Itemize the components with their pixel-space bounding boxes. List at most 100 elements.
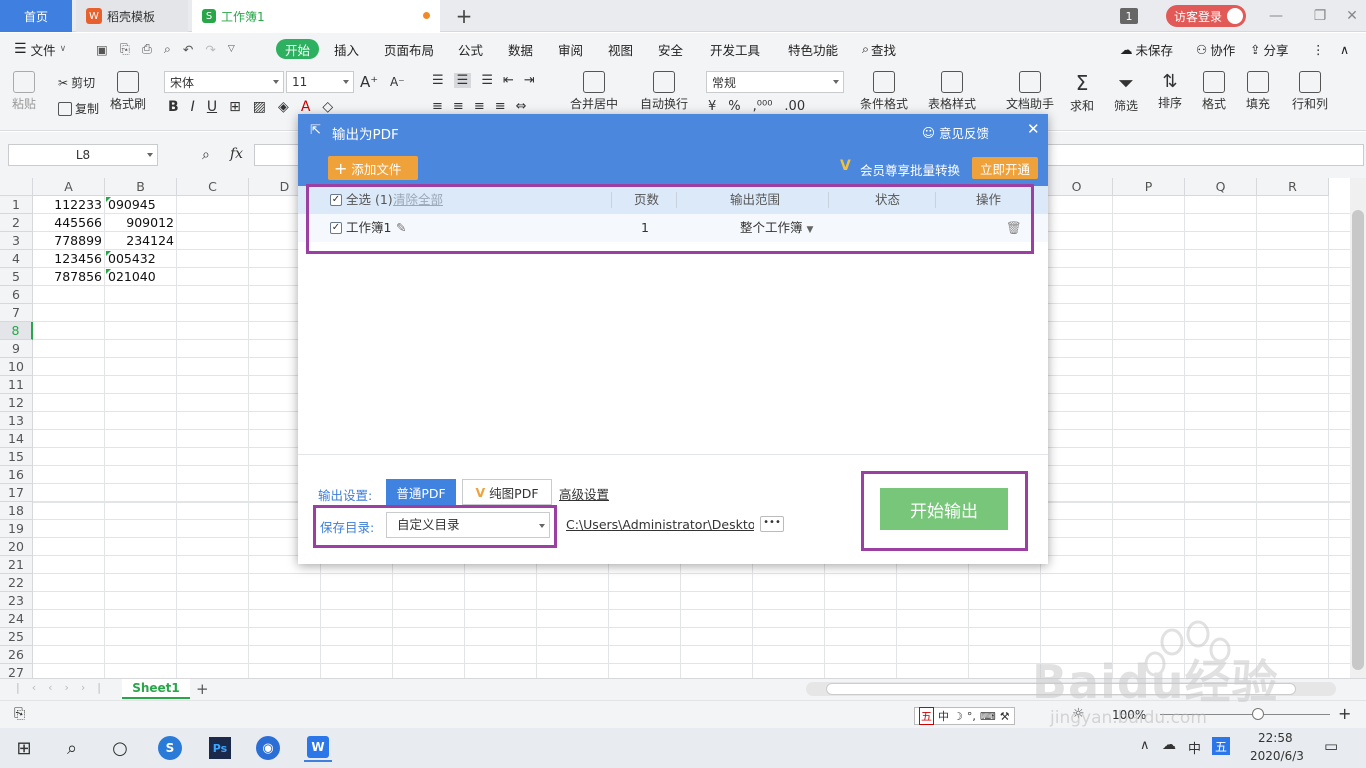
doc-helper-button[interactable]: 文档助手 [1006, 71, 1054, 112]
row-header[interactable]: 15 [0, 448, 33, 466]
menu-file[interactable]: ☰ 文件 ∨ [14, 33, 66, 65]
number-format-select[interactable]: 常规 [706, 71, 844, 93]
tab-features[interactable]: 特色功能 [788, 33, 838, 65]
row-header[interactable]: 23 [0, 592, 33, 610]
align-middle-icon[interactable]: ☰ [453, 73, 472, 88]
row-header[interactable]: 16 [0, 466, 33, 484]
sum-button[interactable]: Σ 求和 [1070, 71, 1094, 114]
task-view-icon[interactable]: ○ [106, 734, 134, 762]
tab-view[interactable]: 视图 [608, 33, 633, 65]
redo-icon[interactable]: ↷ [205, 42, 215, 57]
clear-icon[interactable]: ◇ [322, 99, 333, 115]
align-center-icon[interactable]: ≡ [453, 99, 464, 114]
wrap-text-button[interactable]: 自动换行 [640, 71, 688, 112]
print-icon[interactable]: ⎙ [142, 41, 152, 57]
status-mode-icon[interactable]: ⎘ [14, 706, 25, 722]
distribute-icon[interactable]: ⇔ [516, 99, 527, 114]
decimal-icon[interactable]: .00 [784, 99, 805, 114]
cell[interactable]: 021040 [105, 268, 174, 286]
guest-login-button[interactable]: 访客登录 [1166, 5, 1246, 27]
advanced-settings-link[interactable]: 高级设置 [559, 484, 609, 503]
column-header[interactable]: Q [1185, 178, 1257, 196]
column-header[interactable]: O [1041, 178, 1113, 196]
dialog-close-button[interactable]: ✕ [1027, 120, 1040, 138]
clock-date[interactable]: 2020/6/3 [1250, 749, 1304, 763]
increase-font-icon[interactable]: A⁺ [360, 73, 378, 91]
more-icon[interactable]: ⋮ [1312, 33, 1325, 65]
new-tab-button[interactable]: + [452, 4, 476, 28]
row-header[interactable]: 14 [0, 430, 33, 448]
minimize-button[interactable]: — [1266, 6, 1286, 26]
sheet-nav-icons[interactable]: |‹‹››| [16, 681, 113, 694]
cell[interactable]: 090945 [105, 196, 174, 214]
collapse-ribbon-icon[interactable]: ∧ [1340, 33, 1349, 65]
column-header[interactable]: A [33, 178, 105, 196]
cell[interactable]: 909012 [105, 214, 174, 232]
print-preview-icon[interactable]: ⌕ [164, 41, 171, 57]
column-header[interactable]: P [1113, 178, 1185, 196]
column-header[interactable]: B [105, 178, 177, 196]
row-header[interactable]: 5 [0, 268, 33, 286]
tab-formula[interactable]: 公式 [458, 33, 483, 65]
close-window-button[interactable]: ✕ [1342, 6, 1362, 26]
currency-icon[interactable]: ¥ [708, 99, 716, 114]
row-header[interactable]: 26 [0, 646, 33, 664]
vertical-scroll-thumb[interactable] [1352, 210, 1364, 670]
thousands-icon[interactable]: ,⁰⁰⁰ [753, 99, 773, 114]
row-header[interactable]: 7 [0, 304, 33, 322]
format-button[interactable]: 格式 [1202, 71, 1226, 112]
align-right-icon[interactable]: ≡ [474, 99, 485, 114]
save-icon[interactable]: ▣ [96, 42, 108, 57]
undo-icon[interactable]: ↶ [183, 42, 193, 57]
customize-icon[interactable]: ▽ [228, 44, 235, 54]
column-header[interactable]: C [177, 178, 249, 196]
row-header[interactable]: 8 [0, 322, 33, 340]
collab-button[interactable]: ⚇ 协作 [1196, 33, 1235, 65]
export-icon[interactable]: ⎘ [120, 41, 130, 57]
image-pdf-option[interactable]: V 纯图PDF [462, 479, 552, 505]
sheet-tab-sheet1[interactable]: Sheet1 [122, 679, 190, 699]
row-header[interactable]: 2 [0, 214, 33, 232]
fill-color-icon[interactable]: ▨ [253, 99, 266, 115]
tab-security[interactable]: 安全 [658, 33, 683, 65]
column-header[interactable]: R [1257, 178, 1329, 196]
photoshop-app-icon[interactable]: Ps [206, 734, 234, 762]
bucket-icon[interactable]: ◈ [278, 99, 289, 115]
row-header[interactable]: 1 [0, 196, 33, 214]
row-header[interactable]: 18 [0, 502, 33, 520]
ime-toolbar[interactable]: 五 中 ☽ °, ⌨ ⚒ [914, 707, 1015, 725]
align-top-icon[interactable]: ☰ [432, 73, 444, 88]
filter-button[interactable]: ⏷ 筛选 [1114, 71, 1138, 114]
format-painter-button[interactable]: 格式刷 [110, 71, 146, 112]
open-vip-button[interactable]: 立即开通 [972, 157, 1038, 179]
browse-button[interactable]: ••• [760, 516, 784, 532]
table-style-button[interactable]: 表格样式 [928, 71, 976, 112]
justify-icon[interactable]: ≡ [495, 99, 506, 114]
tab-template[interactable]: W 稻壳模板 [76, 0, 188, 32]
tab-workbook[interactable]: S 工作簿1 [192, 0, 440, 32]
name-box[interactable]: L8 [8, 144, 158, 166]
row-header[interactable]: 25 [0, 628, 33, 646]
indent-decrease-icon[interactable]: ⇤ [503, 73, 514, 88]
search-button[interactable]: ⌕ 查找 [862, 33, 896, 65]
font-select[interactable]: 宋体 [164, 71, 284, 93]
cell[interactable]: 445566 [33, 214, 102, 232]
row-header[interactable]: 13 [0, 412, 33, 430]
row-header[interactable]: 22 [0, 574, 33, 592]
font-color-icon[interactable]: A [301, 99, 311, 115]
row-header[interactable]: 27 [0, 664, 33, 678]
row-col-button[interactable]: 行和列 [1292, 71, 1328, 112]
cell[interactable]: 005432 [105, 250, 174, 268]
cut-button[interactable]: ✂ 剪切 [58, 74, 95, 91]
tab-data[interactable]: 数据 [508, 33, 533, 65]
cell[interactable]: 112233 [33, 196, 102, 214]
italic-icon[interactable]: I [191, 99, 195, 115]
align-left-icon[interactable]: ≡ [432, 99, 443, 114]
maximize-button[interactable]: ❐ [1310, 6, 1330, 26]
normal-pdf-option[interactable]: 普通PDF [386, 479, 456, 505]
paste-button[interactable]: 粘贴 [12, 71, 36, 112]
cell[interactable]: 234124 [105, 232, 174, 250]
copy-button[interactable]: 复制 [58, 100, 99, 117]
tab-start[interactable]: 开始 [276, 39, 320, 59]
vertical-scrollbar[interactable] [1350, 178, 1366, 678]
